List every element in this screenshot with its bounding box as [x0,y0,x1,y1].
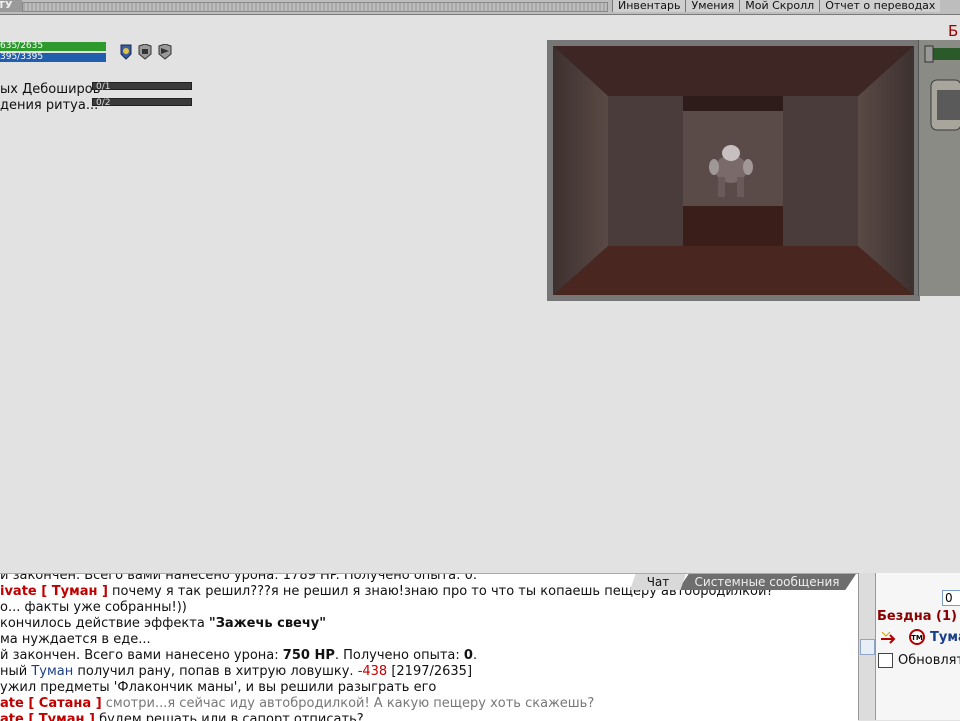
page-input[interactable]: 0 [942,590,960,606]
chat-message: ate [ Сатана ] смотри...я сейчас иду авт… [0,696,858,712]
quest-progress: 0/1 [92,82,192,92]
game-logo: ТУ [0,0,22,12]
chat-text: ма нуждается в еде... [0,632,151,647]
chat-text: . Получено опыта: [334,648,464,663]
chat-message: й закончен. Всего вами нанесено урона: 7… [0,648,858,664]
top-menu: Инвентарь Умения Мой Скролл Отчет о пере… [612,0,941,12]
dungeon-corridor-image [548,41,919,300]
chat-message: ный Туман получил рану, попав в хитрую л… [0,664,858,680]
effect-shield-icon[interactable] [119,44,133,60]
menu-skills[interactable]: Умения [685,0,740,12]
menu-inventory[interactable]: Инвентарь [612,0,686,12]
chat-log[interactable]: й закончен. Всего вами нанесено урона: 1… [0,573,858,721]
refresh-checkbox[interactable] [878,653,893,668]
chat-text: й закончен. Всего вами нанесено урона: 1… [0,573,478,583]
scroll-thumb[interactable] [860,639,875,655]
chat-message: о... факты уже собранны!)) [0,600,858,616]
auto-refresh-toggle[interactable]: Обновлять [878,653,960,668]
private-message-arrow-icon[interactable] [880,630,906,644]
chat-text: 750 HP [282,648,335,663]
effect-helmet-icon[interactable] [138,44,152,60]
mana-bar: 395/3395 [0,53,106,62]
chat-text: й закончен. Всего вами нанесено урона: [0,648,283,663]
hp-bar: 635/2635 [0,42,106,51]
chat-text: [2197/2635] [387,664,473,679]
chat-text: ужил предметы 'Флакончик маны', и вы реш… [0,680,437,695]
player-name[interactable]: Туман [31,664,73,679]
effect-helmet-icon[interactable] [158,44,172,60]
quest-progress: 0/2 [92,98,192,108]
chat-text: ный [0,664,32,679]
svg-text:TM: TM [911,634,923,642]
nav-controls-image[interactable] [919,40,960,296]
player-name[interactable]: Туман [930,630,960,645]
private-message-header[interactable]: ivate [ Туман ] [0,584,108,599]
location-title-fragment: Б [948,22,959,40]
refresh-label: Обновлять [898,653,960,668]
location-sidebar: 0 Бездна (1) TM Туман Обновлять [875,573,960,720]
chat-text: о... факты уже собранны!)) [0,600,187,615]
chat-text: 0 [463,648,473,663]
quest-name: дения ритуа... [0,98,99,113]
player-list-item[interactable]: TM Туман [880,628,960,646]
chat-message: ужил предметы 'Флакончик маны', и вы реш… [0,680,858,696]
chat-message: кончилось действие эффекта "Зажечь свечу… [0,616,858,632]
chat-text: . [472,648,478,663]
chat-text: кончилось действие эффекта [0,616,209,631]
chat-text: "Зажечь свечу" [208,616,327,631]
top-ornament-strip [22,2,608,12]
menu-transfer-report[interactable]: Отчет о переводах [819,0,941,12]
clan-badge-icon: TM [909,629,925,645]
location-name: Бездна (1) [877,609,957,624]
menu-my-scroll[interactable]: Мой Скролл [739,0,820,12]
dungeon-view[interactable] [547,40,920,301]
quest-name: ых Дебоширов [0,82,101,97]
tab-chat[interactable]: Чат [630,574,686,590]
navigation-panel [918,40,960,296]
chat-scrollbar[interactable] [858,573,875,720]
top-bar: ТУ Инвентарь Умения Мой Скролл Отчет о п… [0,0,960,15]
tab-system-messages[interactable]: Системные сообщения [678,574,856,590]
chat-text: -438 [357,664,388,679]
chat-message: ма нуждается в еде... [0,632,858,648]
private-message-header[interactable]: ate [ Сатана ] [0,696,102,711]
chat-text: смотри...я сейчас иду автобродилкой! А к… [101,696,595,711]
chat-text: получил рану, попав в хитрую ловушку. [73,664,358,679]
